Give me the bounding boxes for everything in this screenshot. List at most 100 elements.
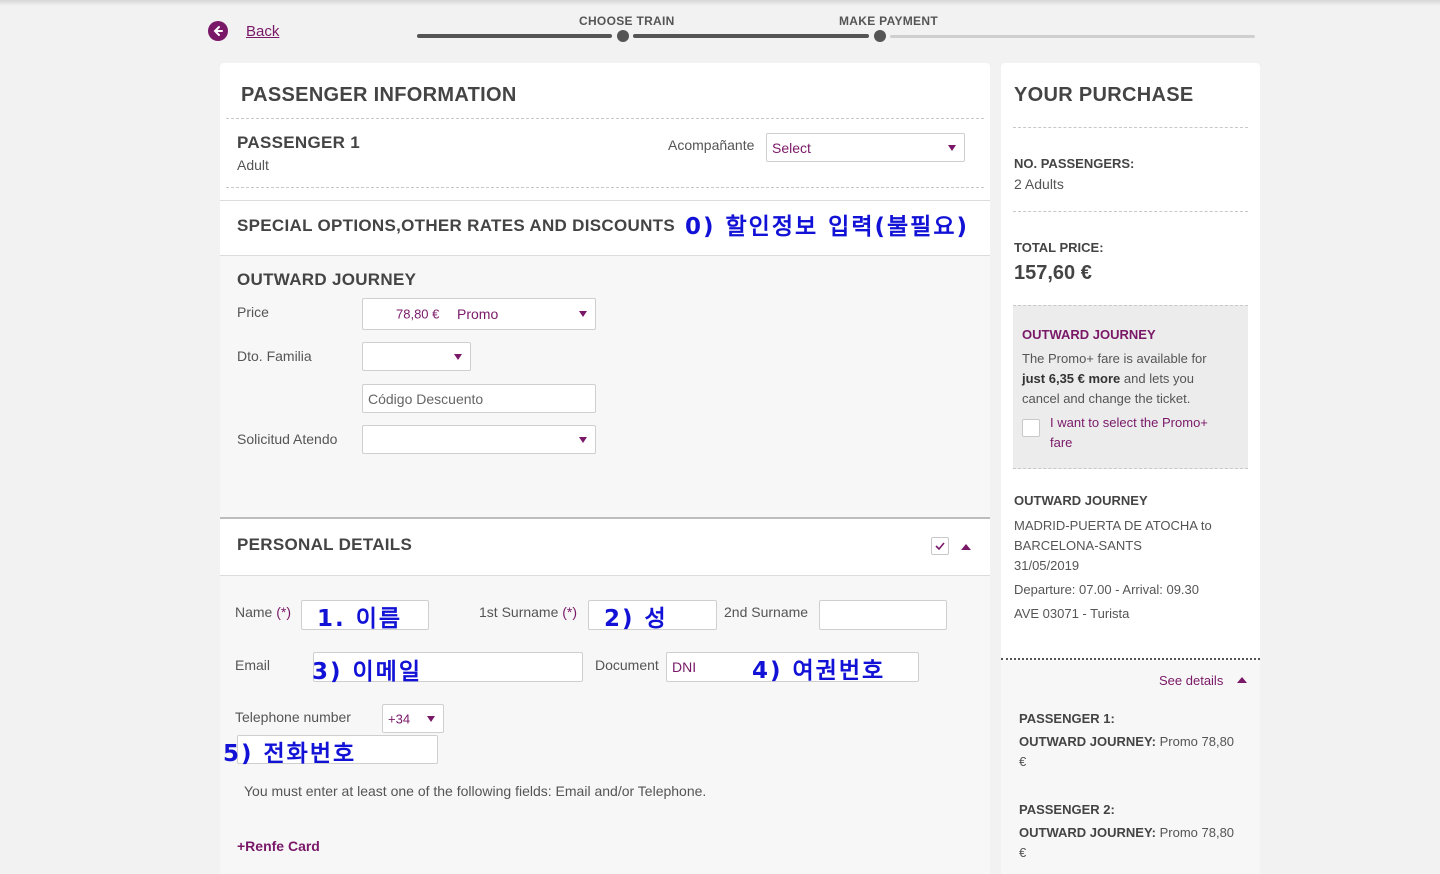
annotation-document: 4) 여권번호 xyxy=(752,658,886,684)
phone-prefix: +34 xyxy=(388,711,411,726)
atendo-select[interactable] xyxy=(362,425,596,454)
passenger2-currency: € xyxy=(1019,845,1027,860)
passenger1-journey-label: OUTWARD JOURNEY: xyxy=(1019,734,1156,749)
promo-line-3: cancel and change the ticket. xyxy=(1022,391,1191,406)
divider xyxy=(1013,211,1248,212)
passenger-form-panel: PASSENGER INFORMATION PASSENGER 1 Adult … xyxy=(220,63,990,874)
chevron-down-icon xyxy=(579,311,587,317)
passenger2-label: PASSENGER 2: xyxy=(1019,802,1115,817)
step-make-payment: MAKE PAYMENT xyxy=(839,14,938,28)
phone-prefix-select[interactable]: +34 xyxy=(382,704,444,733)
passenger2-journey-label: OUTWARD JOURNEY: xyxy=(1019,825,1156,840)
promo-check-line-1[interactable]: I want to select the Promo+ xyxy=(1050,415,1208,430)
progress-track-done-1 xyxy=(417,34,612,38)
price-select[interactable]: 78,80 € Promo xyxy=(362,298,596,330)
passenger2-fare: OUTWARD JOURNEY: Promo 78,80 xyxy=(1019,825,1234,840)
step-dot-2 xyxy=(874,30,886,42)
document-type: DNI xyxy=(672,659,697,675)
surname1-label: 1st Surname (*) xyxy=(479,604,577,620)
details-section: See details PASSENGER 1: OUTWARD JOURNEY… xyxy=(1001,660,1260,874)
journey-times: Departure: 07.00 - Arrival: 09.30 xyxy=(1014,582,1199,597)
phone-label: Telephone number xyxy=(235,709,351,725)
discount-code-input[interactable]: Código Descuento xyxy=(362,384,596,413)
total-label: TOTAL PRICE: xyxy=(1014,240,1104,255)
divider xyxy=(220,200,990,201)
surname1-label-text: 1st Surname xyxy=(479,604,559,620)
collapse-up-icon[interactable] xyxy=(961,544,971,550)
personal-complete-check xyxy=(931,537,949,555)
divider xyxy=(226,118,984,119)
companion-label: Acompañante xyxy=(668,137,755,153)
passengers-label: NO. PASSENGERS: xyxy=(1014,156,1135,171)
step-choose-train: CHOOSE TRAIN xyxy=(579,14,675,28)
chevron-down-icon xyxy=(579,436,587,443)
promo-plus-checkbox[interactable] xyxy=(1022,419,1040,437)
required-mark: (*) xyxy=(562,604,578,620)
companion-value: Select xyxy=(772,139,811,156)
contact-notice: You must enter at least one of the follo… xyxy=(244,783,707,799)
promo-line-2: just 6,35 € more and lets you xyxy=(1022,371,1194,386)
passenger2-fare-text: Promo 78,80 xyxy=(1155,825,1235,840)
promo-line-2-rest: and lets you xyxy=(1120,371,1194,386)
price-fare: Promo xyxy=(457,306,499,322)
name-label: Name (*) xyxy=(235,604,291,620)
back-label: Back xyxy=(246,22,280,40)
personal-section: Name (*) 1. 이름 1st Surname (*) 2) 성 2nd … xyxy=(220,576,990,874)
annotation-email: 3) 이메일 xyxy=(312,659,423,685)
route-line-1: MADRID-PUERTA DE ATOCHA to xyxy=(1014,518,1212,533)
divider xyxy=(1013,468,1248,469)
section-divider xyxy=(220,517,990,519)
total-value: 157,60 € xyxy=(1014,262,1092,284)
chevron-down-icon xyxy=(948,144,956,151)
passenger1-currency: € xyxy=(1019,754,1027,769)
passenger1-fare-text: Promo 78,80 xyxy=(1155,734,1235,749)
email-label: Email xyxy=(235,657,271,673)
annotation-phone: 5) 전화번호 xyxy=(223,741,357,767)
annotation-discount: 0) 할인정보 입력(불필요) xyxy=(685,214,969,240)
required-mark: (*) xyxy=(276,604,292,620)
annotation-surname: 2) 성 xyxy=(604,606,668,632)
progress-track-remaining xyxy=(890,35,1255,38)
progress-steps: CHOOSE TRAIN MAKE PAYMENT xyxy=(417,12,1257,48)
outward-section: OUTWARD JOURNEY Price 78,80 € Promo Dto.… xyxy=(220,256,990,517)
special-options-title[interactable]: SPECIAL OPTIONS,OTHER RATES AND DISCOUNT… xyxy=(237,216,675,236)
see-details-link[interactable]: See details xyxy=(1159,673,1223,688)
divider xyxy=(1013,305,1248,306)
journey-title: OUTWARD JOURNEY xyxy=(1014,493,1148,508)
chevron-up-icon[interactable] xyxy=(1237,677,1247,683)
promo-box-title: OUTWARD JOURNEY xyxy=(1022,327,1156,342)
promo-check-line-2[interactable]: fare xyxy=(1050,435,1072,450)
purchase-title: YOUR PURCHASE xyxy=(1014,84,1194,106)
price-amount: 78,80 € xyxy=(396,306,440,322)
personal-details-title: PERSONAL DETAILS xyxy=(237,535,413,554)
passenger1-label: PASSENGER 1: xyxy=(1019,711,1115,726)
back-link[interactable]: Back xyxy=(208,21,279,41)
divider xyxy=(1013,127,1248,128)
promo-line-1: The Promo+ fare is available for xyxy=(1022,351,1207,366)
companion-select[interactable]: Select xyxy=(766,133,965,162)
outward-title: OUTWARD JOURNEY xyxy=(237,270,417,289)
atendo-label: Solicitud Atendo xyxy=(237,431,338,447)
chevron-down-icon xyxy=(427,715,435,722)
progress-track-done-2 xyxy=(633,34,869,38)
route-line-2: BARCELONA-SANTS xyxy=(1014,538,1142,553)
step-dot-1 xyxy=(617,30,629,42)
surname2-label: 2nd Surname xyxy=(724,604,809,620)
surname2-input[interactable] xyxy=(819,600,947,630)
chevron-down-icon xyxy=(454,353,462,360)
journey-date: 31/05/2019 xyxy=(1014,558,1080,573)
train-info: AVE 03071 - Turista xyxy=(1014,606,1130,621)
name-label-text: Name xyxy=(235,604,273,620)
top-shadow xyxy=(0,0,1440,6)
promo-upgrade-box: OUTWARD JOURNEY The Promo+ fare is avail… xyxy=(1013,305,1248,469)
passenger1-fare: OUTWARD JOURNEY: Promo 78,80 xyxy=(1019,734,1234,749)
price-label: Price xyxy=(237,304,269,320)
familia-select[interactable] xyxy=(362,342,471,371)
passenger-name: PASSENGER 1 xyxy=(237,133,360,152)
renfe-card-link[interactable]: +Renfe Card xyxy=(237,838,320,854)
familia-label: Dto. Familia xyxy=(237,348,312,364)
document-label: Document xyxy=(595,657,659,673)
passenger-type: Adult xyxy=(237,157,269,173)
passengers-value: 2 Adults xyxy=(1014,176,1064,192)
annotation-name: 1. 이름 xyxy=(317,606,403,632)
